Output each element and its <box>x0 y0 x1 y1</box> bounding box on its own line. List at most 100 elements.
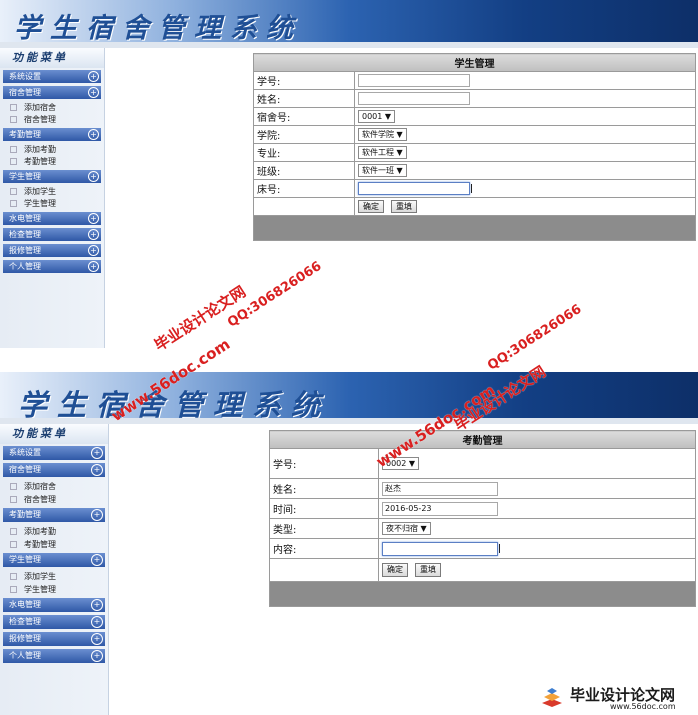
menu-item-add-dorm[interactable]: 添加宿舍 <box>0 480 108 493</box>
confirm-button[interactable]: 确定 <box>382 563 408 577</box>
dropdown-arrow-icon: ▼ <box>396 130 403 139</box>
bullet-icon <box>10 146 17 153</box>
menu-section-label: 水电管理 <box>9 214 41 223</box>
menu-title: 功能菜单 <box>0 48 104 68</box>
menu-section-label: 学生管理 <box>9 555 41 564</box>
book-logo-icon <box>542 688 562 707</box>
class-select[interactable]: 软件一班 ▼ <box>358 164 407 177</box>
menu-item-dorm-manage[interactable]: 宿舍管理 <box>0 114 104 126</box>
menu-item-label: 宿舍管理 <box>24 495 56 504</box>
expand-plus-icon[interactable]: + <box>91 599 103 611</box>
expand-plus-icon[interactable]: + <box>91 616 103 628</box>
name-input[interactable] <box>358 92 470 105</box>
menu-item-student-manage[interactable]: 学生管理 <box>0 583 108 596</box>
sidebar: 功能菜单 系统设置 + 宿舍管理 + 添加宿舍 宿舍管理 考勤管理 + 添加考勤 考勤… <box>0 424 109 715</box>
menu-item-label: 添加宿舍 <box>24 103 56 112</box>
menu-section-inspection[interactable]: 检查管理 + <box>3 615 105 629</box>
expand-plus-icon[interactable]: + <box>88 129 99 140</box>
menu-section-label: 水电管理 <box>9 600 41 609</box>
menu-section-personal[interactable]: 个人管理 + <box>3 260 101 273</box>
reset-button[interactable]: 重填 <box>415 563 441 577</box>
type-select[interactable]: 夜不归宿 ▼ <box>382 522 431 535</box>
text-cursor-icon <box>499 544 500 553</box>
menu-section-repair[interactable]: 报修管理 + <box>3 244 101 257</box>
menu-item-label: 学生管理 <box>24 199 56 208</box>
expand-plus-icon[interactable]: + <box>91 509 103 521</box>
expand-plus-icon[interactable]: + <box>88 87 99 98</box>
confirm-button[interactable]: 确定 <box>358 200 384 213</box>
menu-section-attendance[interactable]: 考勤管理 + <box>3 128 101 141</box>
menu-section-student[interactable]: 学生管理 + <box>3 170 101 183</box>
student-no-input[interactable] <box>358 74 470 87</box>
menu-item-label: 添加宿舍 <box>24 482 56 491</box>
expand-plus-icon[interactable]: + <box>88 229 99 240</box>
menu-section-label: 考勤管理 <box>9 510 41 519</box>
student-no-label: 学号: <box>253 71 355 90</box>
bullet-icon <box>10 528 17 535</box>
menu-item-attendance-manage[interactable]: 考勤管理 <box>0 538 108 551</box>
expand-plus-icon[interactable]: + <box>91 554 103 566</box>
menu-item-add-attendance[interactable]: 添加考勤 <box>0 525 108 538</box>
bullet-icon <box>10 104 17 111</box>
header-banner: 学生宿舍管理系统 <box>0 0 698 48</box>
expand-plus-icon[interactable]: + <box>88 213 99 224</box>
menu-section-system[interactable]: 系统设置 + <box>3 70 101 83</box>
dropdown-arrow-icon: ▼ <box>384 112 392 121</box>
text-cursor-icon <box>471 184 472 193</box>
college-select[interactable]: 软件学院 ▼ <box>358 128 407 141</box>
menu-item-label: 宿舍管理 <box>24 115 56 124</box>
menu-section-label: 考勤管理 <box>9 130 41 139</box>
menu-section-dorm[interactable]: 宿舍管理 + <box>3 463 105 477</box>
menu-section-inspection[interactable]: 检查管理 + <box>3 228 101 241</box>
bullet-icon <box>10 496 17 503</box>
menu-section-repair[interactable]: 报修管理 + <box>3 632 105 646</box>
reset-button[interactable]: 重填 <box>391 200 417 213</box>
content-input[interactable] <box>382 541 498 556</box>
major-select[interactable]: 软件工程 ▼ <box>358 146 407 159</box>
dorm-no-label: 宿舍号: <box>253 107 355 126</box>
menu-section-system[interactable]: 系统设置 + <box>3 446 105 460</box>
menu-item-add-student[interactable]: 添加学生 <box>0 186 104 198</box>
select-value: 夜不归宿 <box>386 524 418 533</box>
expand-plus-icon[interactable]: + <box>91 633 103 645</box>
dorm-no-select[interactable]: 0001 ▼ <box>358 110 396 123</box>
menu-item-add-student[interactable]: 添加学生 <box>0 570 108 583</box>
dropdown-arrow-icon: ▼ <box>408 459 416 468</box>
app-title: 学生宿舍管理系统 <box>14 13 302 44</box>
menu-section-label: 检查管理 <box>9 617 41 626</box>
expand-plus-icon[interactable]: + <box>91 650 103 662</box>
bed-no-label: 床号: <box>253 179 355 198</box>
bed-no-input[interactable] <box>358 182 470 195</box>
menu-title: 功能菜单 <box>0 424 108 444</box>
screenshot-student-management: 学生宿舍管理系统 功能菜单 系统设置 + 宿舍管理 + 添加宿舍 宿舍管理 考勤管理… <box>0 0 698 348</box>
time-input[interactable]: 2016-05-23 <box>382 501 498 516</box>
menu-section-utilities[interactable]: 水电管理 + <box>3 212 101 225</box>
menu-item-label: 学生管理 <box>24 585 56 594</box>
dropdown-arrow-icon: ▼ <box>396 148 403 157</box>
menu-section-label: 个人管理 <box>9 262 41 271</box>
expand-plus-icon[interactable]: + <box>88 261 99 272</box>
menu-section-label: 宿舍管理 <box>9 465 41 474</box>
menu-section-utilities[interactable]: 水电管理 + <box>3 598 105 612</box>
menu-section-student[interactable]: 学生管理 + <box>3 553 105 567</box>
expand-plus-icon[interactable]: + <box>88 71 99 82</box>
name-input[interactable]: 赵杰 <box>382 481 498 496</box>
menu-item-dorm-manage[interactable]: 宿舍管理 <box>0 493 108 506</box>
menu-section-dorm[interactable]: 宿舍管理 + <box>3 86 101 99</box>
name-label: 姓名: <box>269 478 379 499</box>
menu-item-add-dorm[interactable]: 添加宿舍 <box>0 102 104 114</box>
expand-plus-icon[interactable]: + <box>88 245 99 256</box>
menu-item-attendance-manage[interactable]: 考勤管理 <box>0 156 104 168</box>
major-label: 专业: <box>253 143 355 162</box>
menu-section-attendance[interactable]: 考勤管理 + <box>3 508 105 522</box>
expand-plus-icon[interactable]: + <box>91 464 103 476</box>
type-label: 类型: <box>269 518 379 539</box>
menu-item-student-manage[interactable]: 学生管理 <box>0 198 104 210</box>
brand-logo: 毕业设计论文网 www.56doc.com <box>540 684 698 714</box>
form-footer <box>253 215 696 241</box>
menu-section-personal[interactable]: 个人管理 + <box>3 649 105 663</box>
expand-plus-icon[interactable]: + <box>88 171 99 182</box>
menu-item-add-attendance[interactable]: 添加考勤 <box>0 144 104 156</box>
form-header: 考勤管理 <box>269 430 696 449</box>
expand-plus-icon[interactable]: + <box>91 447 103 459</box>
